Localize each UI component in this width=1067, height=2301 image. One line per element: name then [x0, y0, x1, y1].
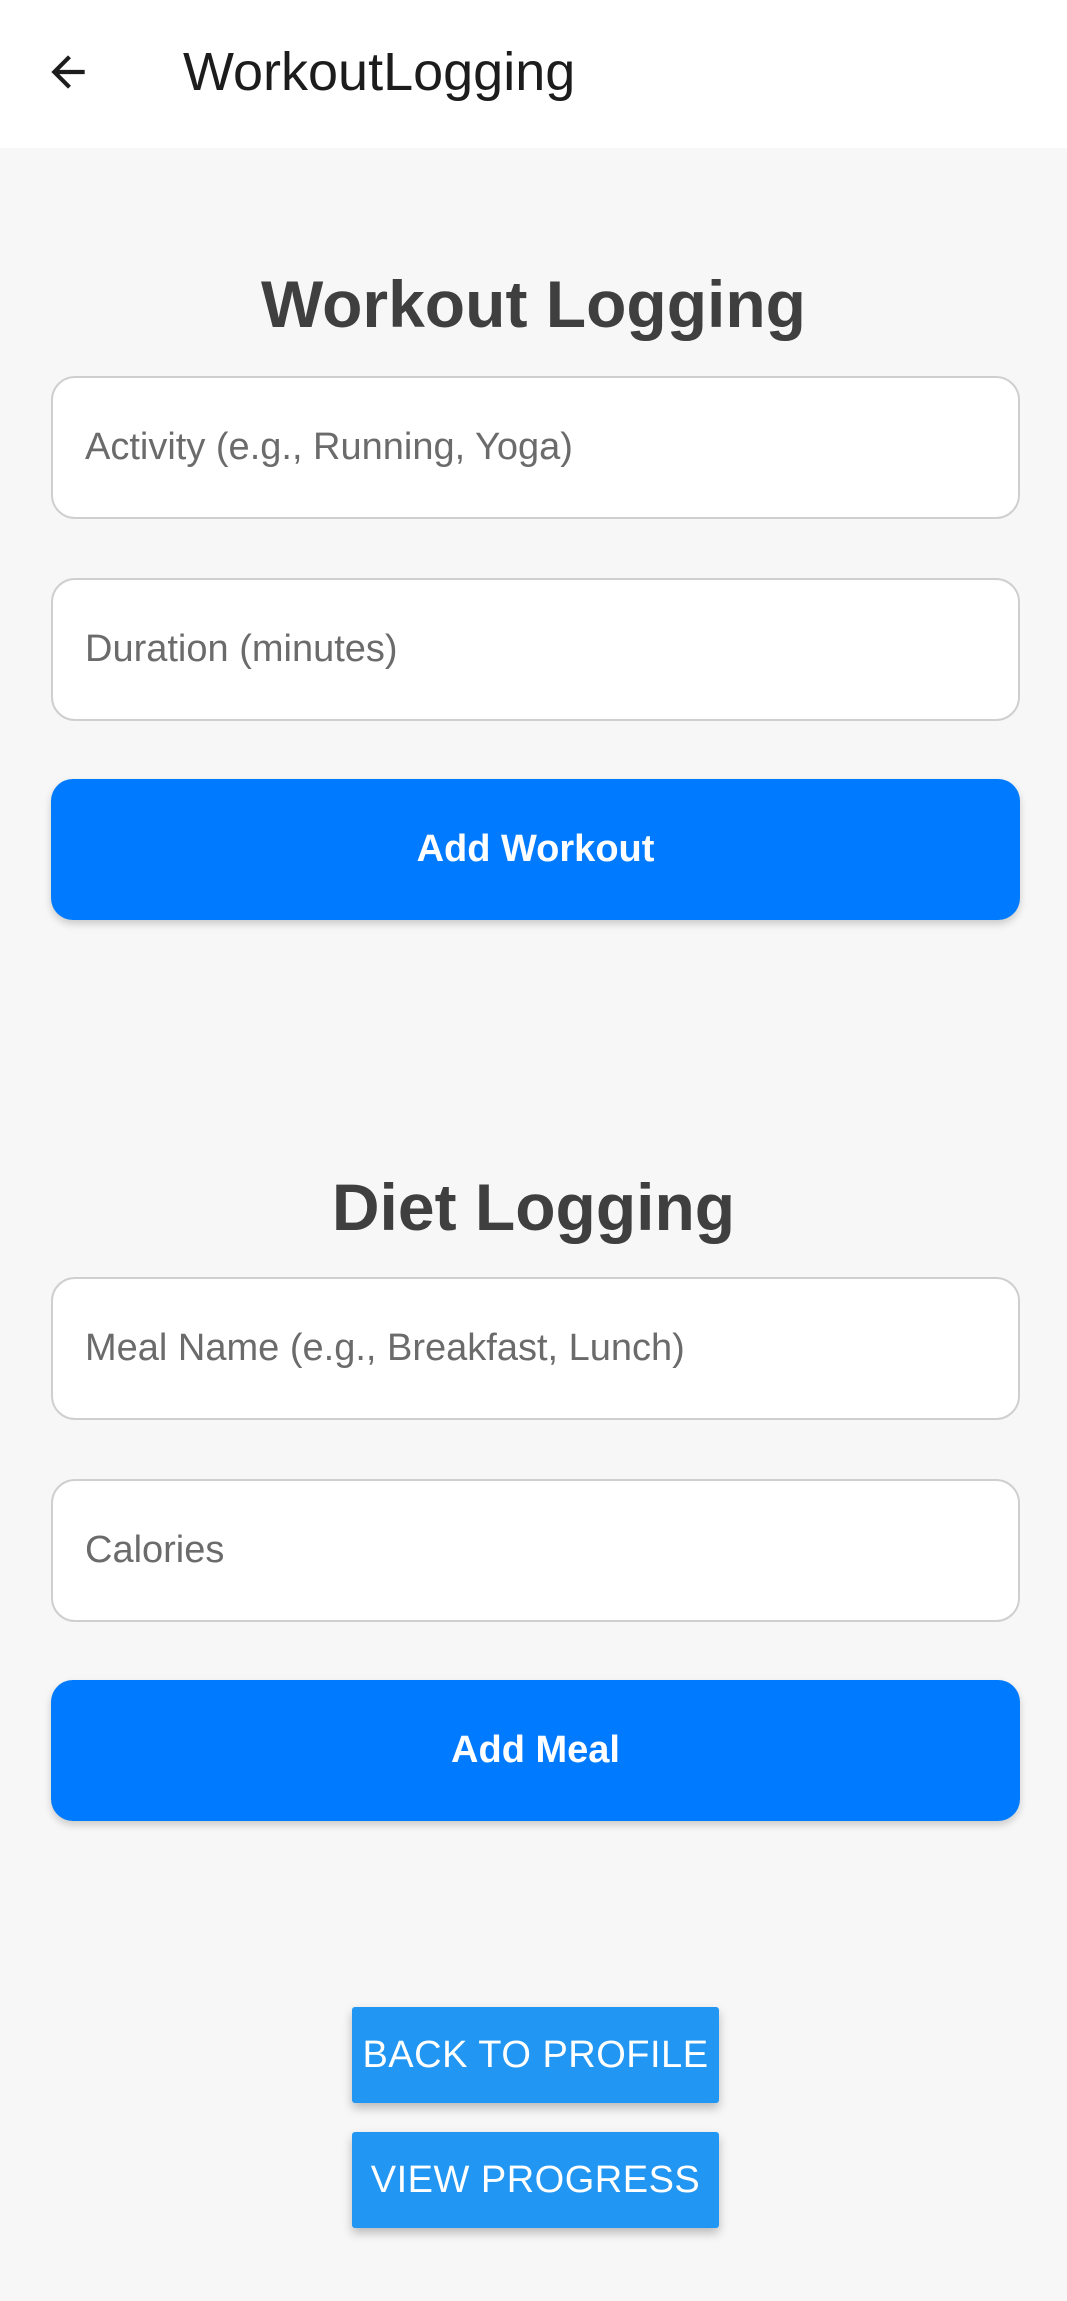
app-title: WorkoutLogging	[183, 42, 576, 102]
back-button[interactable]	[26, 30, 110, 114]
workout-section-title: Workout Logging	[261, 267, 806, 341]
diet-section-title: Diet Logging	[331, 1170, 736, 1244]
back-to-profile-button[interactable]: BACK TO PROFILE	[352, 2007, 719, 2103]
app-bar: WorkoutLogging	[0, 0, 1067, 148]
calories-input[interactable]	[51, 1479, 1020, 1622]
add-meal-button[interactable]: Add Meal	[51, 1680, 1020, 1821]
view-progress-button[interactable]: VIEW PROGRESS	[352, 2132, 719, 2228]
meal-name-input[interactable]	[51, 1277, 1020, 1420]
duration-input[interactable]	[51, 578, 1020, 721]
activity-input[interactable]	[51, 376, 1020, 519]
arrow-left-icon	[51, 55, 85, 89]
add-workout-button[interactable]: Add Workout	[51, 779, 1020, 920]
